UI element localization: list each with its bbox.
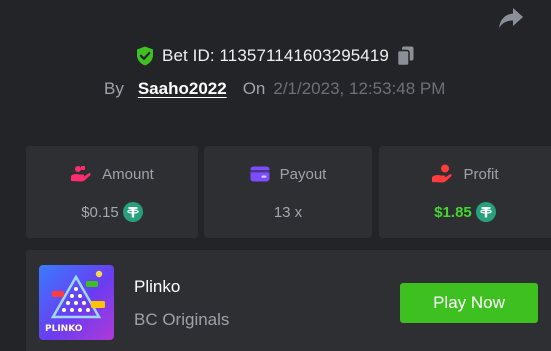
- share-button[interactable]: [497, 6, 525, 30]
- bet-details-panel: Bet ID: 113571141603295419 By Saaho2022 …: [0, 0, 551, 351]
- share-arrow-icon: [499, 8, 523, 28]
- amount-label: Amount: [102, 165, 154, 183]
- tether-icon: [475, 202, 496, 222]
- payout-value: 13 x: [273, 203, 303, 221]
- profit-hand-icon: [432, 164, 453, 183]
- bettor-row: By Saaho2022 On 2/1/2023, 12:53:48 PM: [104, 77, 445, 101]
- amount-value-row: $0.15: [26, 201, 198, 223]
- thumbnail-title: PLINKO: [45, 324, 83, 334]
- bet-id-text: Bet ID: 113571141603295419: [162, 46, 389, 65]
- bet-id-row: Bet ID: 113571141603295419: [0, 44, 551, 68]
- payout-header: Payout: [204, 163, 372, 185]
- profit-value: $1.85: [434, 203, 472, 221]
- on-label: On: [242, 79, 266, 98]
- game-thumbnail[interactable]: PLINKO: [39, 265, 114, 340]
- payout-card: Payout 13 x: [204, 146, 372, 238]
- play-now-button[interactable]: Play Now: [400, 283, 538, 323]
- by-label: By: [104, 79, 124, 98]
- amount-header: Amount: [26, 163, 198, 185]
- profit-label: Profit: [463, 165, 499, 183]
- username-link[interactable]: Saaho2022: [138, 79, 227, 99]
- plinko-thumbnail: PLINKO: [39, 265, 114, 340]
- wallet-icon: [250, 166, 270, 182]
- bet-timestamp: 2/1/2023, 12:53:48 PM: [273, 79, 446, 98]
- tether-icon: [122, 202, 143, 222]
- profit-card: Profit $1.85: [379, 146, 551, 238]
- profit-header: Profit: [379, 163, 551, 185]
- payout-label: Payout: [279, 165, 327, 183]
- profit-value-row: $1.85: [379, 201, 551, 223]
- amount-card: Amount $0.15: [26, 146, 198, 238]
- shield-check-icon: [137, 46, 154, 66]
- copy-button[interactable]: [397, 46, 415, 66]
- amount-value: $0.15: [81, 203, 119, 221]
- payout-value-row: 13 x: [204, 201, 372, 223]
- copy-icon: [397, 46, 414, 66]
- amount-icon: [71, 166, 91, 182]
- game-row: PLINKO Plinko BC Originals Play Now: [26, 250, 551, 351]
- game-provider: BC Originals: [134, 310, 230, 329]
- game-name[interactable]: Plinko: [134, 277, 180, 297]
